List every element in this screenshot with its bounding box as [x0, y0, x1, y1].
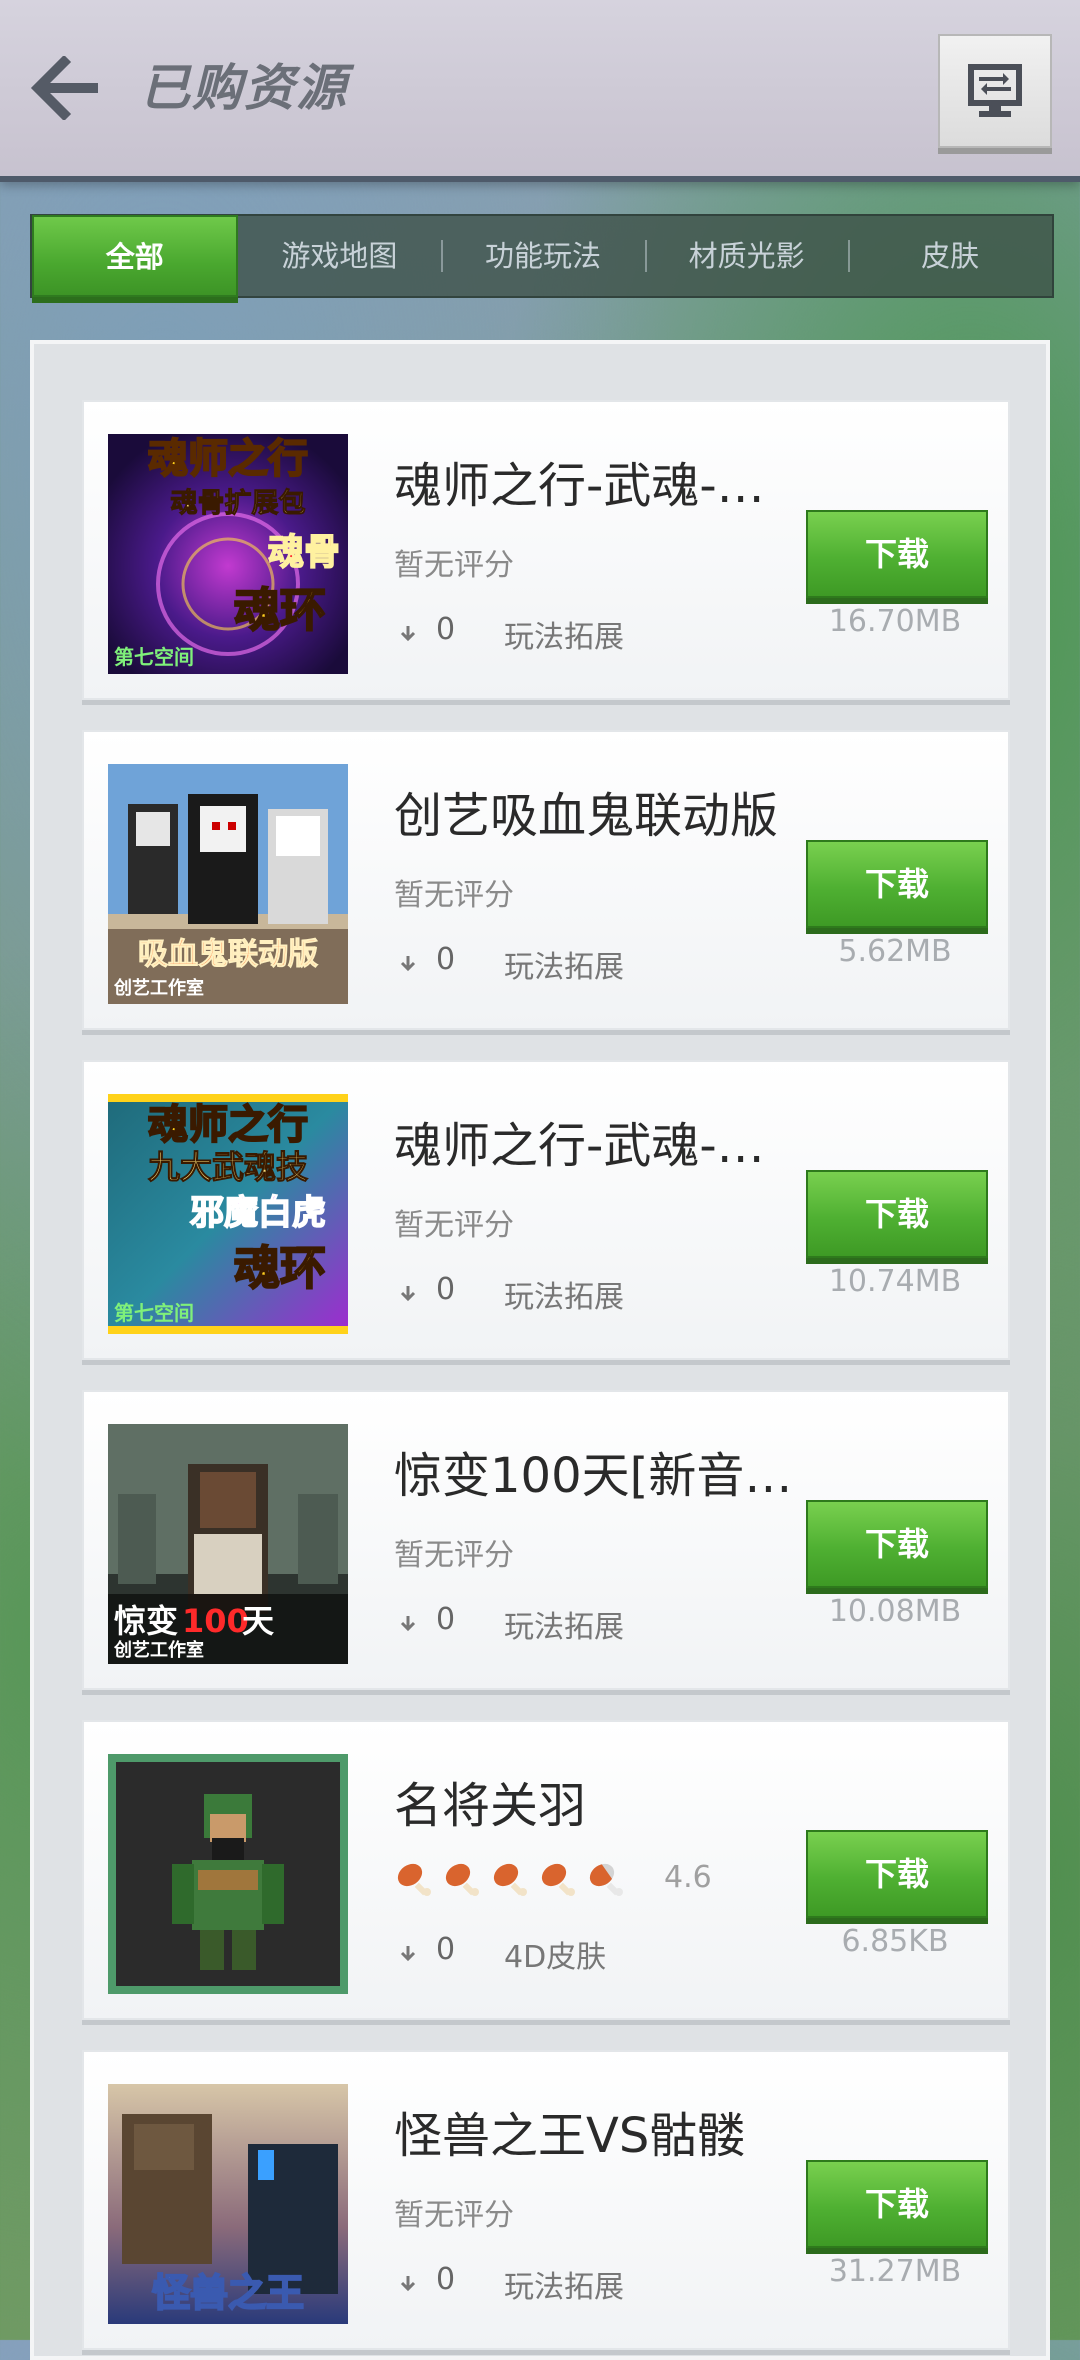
resource-category: 玩法拓展 — [504, 1280, 624, 1315]
download-button[interactable]: 下载 — [806, 1830, 988, 1918]
download-count: 0 — [436, 2262, 456, 2297]
tab-all[interactable]: 全部 — [32, 215, 238, 297]
resource-name: 魂师之行-武魂-魂骨扩展包 — [394, 458, 804, 514]
svg-text:吸血鬼联动版: 吸血鬼联动版 — [138, 937, 318, 972]
list-item[interactable]: 惊变 100 天 创艺工作室 惊变100天[新音效] 暂无评分 0 玩法拓展 下… — [82, 1390, 1010, 1690]
category-tabs: 全部 游戏地图 功能玩法 材质光影 皮肤 — [30, 214, 1054, 298]
tab-game-maps[interactable]: 游戏地图 — [238, 216, 442, 296]
svg-text:魂师之行: 魂师之行 — [148, 1102, 308, 1148]
download-count-icon — [400, 626, 416, 642]
svg-text:创艺工作室: 创艺工作室 — [113, 977, 204, 999]
download-count: 0 — [436, 1602, 456, 1637]
resource-name: 名将关羽 — [394, 1778, 587, 1834]
resource-thumbnail: 魂师之行 魂骨扩展包 魂骨 魂环 第七空间 — [108, 434, 348, 674]
svg-text:邪魔白虎: 邪魔白虎 — [190, 1193, 326, 1233]
svg-text:100: 100 — [182, 1602, 249, 1640]
drumstick-icon — [589, 1863, 623, 1896]
svg-text:创艺工作室: 创艺工作室 — [113, 1639, 204, 1661]
svg-text:魂师之行: 魂师之行 — [148, 436, 308, 482]
file-size: 10.08MB — [828, 1594, 962, 1629]
download-button[interactable]: 下载 — [806, 1170, 988, 1258]
resource-name: 惊变100天[新音效] — [394, 1448, 804, 1504]
download-button[interactable]: 下载 — [806, 840, 988, 928]
svg-text:九大武魂技: 九大武魂技 — [148, 1148, 308, 1186]
rating-text: 暂无评分 — [394, 548, 514, 583]
download-count-icon — [400, 1286, 416, 1302]
resource-list: 魂师之行 魂骨扩展包 魂骨 魂环 第七空间 魂师之行-武魂-魂骨扩展包 暂无评分… — [30, 340, 1050, 2360]
resource-thumbnail — [108, 1754, 348, 1994]
resource-category: 玩法拓展 — [504, 950, 624, 985]
file-size: 6.85KB — [841, 1924, 949, 1959]
resource-thumbnail: 魂师之行 九大武魂技 邪魔白虎 魂环 第七空间 — [108, 1094, 348, 1334]
drumstick-icon — [541, 1863, 575, 1896]
file-size: 31.27MB — [828, 2254, 962, 2289]
svg-text:天: 天 — [242, 1602, 274, 1640]
list-item[interactable]: 怪兽之王 怪兽之王VS骷髅 暂无评分 0 玩法拓展 下载 31.27MB — [82, 2050, 1010, 2350]
drumstick-icon — [493, 1863, 527, 1896]
rating-stars — [394, 1858, 634, 1900]
tab-textures[interactable]: 材质光影 — [644, 216, 849, 296]
page-title: 已购资源 — [140, 59, 348, 117]
download-count: 0 — [436, 942, 456, 977]
download-count: 0 — [436, 612, 456, 647]
list-item[interactable]: 吸血鬼联动版 创艺工作室 创艺吸血鬼联动版 暂无评分 0 玩法拓展 下载 5.6… — [82, 730, 1010, 1030]
drumstick-icon — [445, 1863, 479, 1896]
resource-category: 玩法拓展 — [504, 2270, 624, 2305]
resource-thumbnail: 吸血鬼联动版 创艺工作室 — [108, 764, 348, 1004]
file-size: 10.74MB — [828, 1264, 962, 1299]
list-item[interactable]: 魂师之行 九大武魂技 邪魔白虎 魂环 第七空间 魂师之行-武魂-九大武魂技 暂无… — [82, 1060, 1010, 1360]
rating-text: 暂无评分 — [394, 2198, 514, 2233]
download-count-icon — [400, 1616, 416, 1632]
download-count: 0 — [436, 1272, 456, 1307]
resource-category: 玩法拓展 — [504, 620, 624, 655]
rating-text: 暂无评分 — [394, 1208, 514, 1243]
download-count-icon — [400, 956, 416, 972]
top-bar: 已购资源 — [0, 0, 1080, 182]
svg-text:魂骨扩展包: 魂骨扩展包 — [171, 487, 306, 519]
svg-text:魂环: 魂环 — [234, 1241, 326, 1295]
file-size: 16.70MB — [828, 604, 962, 639]
download-count-icon — [400, 2276, 416, 2292]
back-arrow-icon[interactable] — [30, 54, 106, 122]
rating-text: 暂无评分 — [394, 878, 514, 913]
resource-thumbnail: 怪兽之王 — [108, 2084, 348, 2324]
svg-text:惊变: 惊变 — [114, 1602, 178, 1640]
download-count: 0 — [436, 1932, 456, 1967]
resource-name: 魂师之行-武魂-九大武魂技 — [394, 1118, 804, 1174]
svg-text:魂环: 魂环 — [234, 583, 326, 637]
rating-text: 暂无评分 — [394, 1538, 514, 1573]
drumstick-icon — [397, 1863, 431, 1896]
svg-text:魂骨: 魂骨 — [268, 532, 340, 573]
resource-category: 4D皮肤 — [504, 1940, 607, 1975]
download-button[interactable]: 下载 — [806, 1500, 988, 1588]
file-size: 5.62MB — [838, 934, 952, 969]
tab-skins[interactable]: 皮肤 — [848, 216, 1052, 296]
resource-name: 怪兽之王VS骷髅 — [394, 2108, 746, 2164]
download-button[interactable]: 下载 — [806, 2160, 988, 2248]
download-button[interactable]: 下载 — [806, 510, 988, 598]
svg-text:怪兽之王: 怪兽之王 — [152, 2271, 304, 2315]
download-count-icon — [400, 1946, 416, 1962]
tab-gameplay[interactable]: 功能玩法 — [441, 216, 645, 296]
svg-text:第七空间: 第七空间 — [114, 645, 194, 669]
list-item[interactable]: 名将关羽 4.6 0 4D皮肤 下载 6.85KB — [82, 1720, 1010, 2020]
resource-thumbnail: 惊变 100 天 创艺工作室 — [108, 1424, 348, 1664]
resource-category: 玩法拓展 — [504, 1610, 624, 1645]
switch-screen-button[interactable] — [938, 34, 1052, 148]
svg-text:第七空间: 第七空间 — [114, 1301, 194, 1325]
resource-name: 创艺吸血鬼联动版 — [394, 788, 779, 844]
rating-score: 4.6 — [664, 1860, 712, 1895]
list-item[interactable]: 魂师之行 魂骨扩展包 魂骨 魂环 第七空间 魂师之行-武魂-魂骨扩展包 暂无评分… — [82, 400, 1010, 700]
switch-screen-icon — [968, 64, 1022, 117]
